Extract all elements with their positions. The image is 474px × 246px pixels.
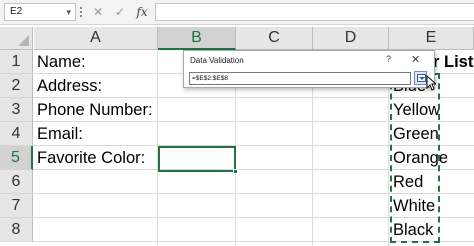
help-icon[interactable]: ? bbox=[386, 54, 391, 64]
cell-a5[interactable]: Favorite Color: bbox=[37, 146, 145, 170]
column-header-b[interactable]: B bbox=[158, 27, 236, 50]
column-header-a[interactable]: A bbox=[34, 27, 158, 50]
name-box-value: E2 bbox=[10, 6, 23, 17]
cell-e1[interactable]: r List bbox=[433, 50, 473, 74]
row-header-8[interactable]: 8 bbox=[0, 218, 33, 242]
column-header-e[interactable]: E bbox=[389, 27, 474, 50]
range-marquee bbox=[390, 73, 440, 243]
fill-handle[interactable] bbox=[233, 169, 238, 174]
insert-function-icon[interactable]: fx bbox=[134, 3, 150, 21]
row-header-4[interactable]: 4 bbox=[0, 122, 33, 146]
formula-bar: E2 ▾ ✕ ✓ fx bbox=[0, 0, 474, 25]
row-header-1[interactable]: 1 bbox=[0, 50, 33, 74]
source-range-input[interactable]: =$E$2:$E$8 bbox=[189, 72, 411, 85]
select-all-button[interactable] bbox=[0, 27, 33, 50]
row-header-3[interactable]: 3 bbox=[0, 98, 33, 122]
row-header-2[interactable]: 2 bbox=[0, 74, 33, 98]
name-box[interactable]: E2 ▾ bbox=[4, 3, 76, 21]
formula-input[interactable] bbox=[155, 3, 474, 21]
close-icon[interactable]: ✕ bbox=[411, 53, 420, 66]
row-header-7[interactable]: 7 bbox=[0, 194, 33, 218]
cell-a3[interactable]: Phone Number: bbox=[37, 98, 153, 122]
data-validation-dialog: Data Validation ? ✕ =$E$2:$E$8 bbox=[183, 50, 435, 88]
cancel-icon[interactable]: ✕ bbox=[90, 3, 106, 21]
formula-bar-splitter[interactable] bbox=[78, 5, 82, 19]
chevron-down-icon[interactable]: ▾ bbox=[66, 4, 71, 20]
row-header-6[interactable]: 6 bbox=[0, 170, 33, 194]
column-header-d[interactable]: D bbox=[313, 27, 389, 50]
row-header-5[interactable]: 5 bbox=[0, 146, 33, 170]
mouse-pointer-icon bbox=[426, 75, 436, 91]
cell-a4[interactable]: Email: bbox=[37, 122, 83, 146]
cell-a2[interactable]: Address: bbox=[37, 74, 102, 98]
active-cell-b5[interactable] bbox=[158, 146, 238, 174]
column-header-c[interactable]: C bbox=[236, 27, 313, 50]
cell-a1[interactable]: Name: bbox=[37, 50, 86, 74]
dialog-title: Data Validation bbox=[190, 56, 244, 65]
checkmark-icon[interactable]: ✓ bbox=[112, 3, 128, 21]
